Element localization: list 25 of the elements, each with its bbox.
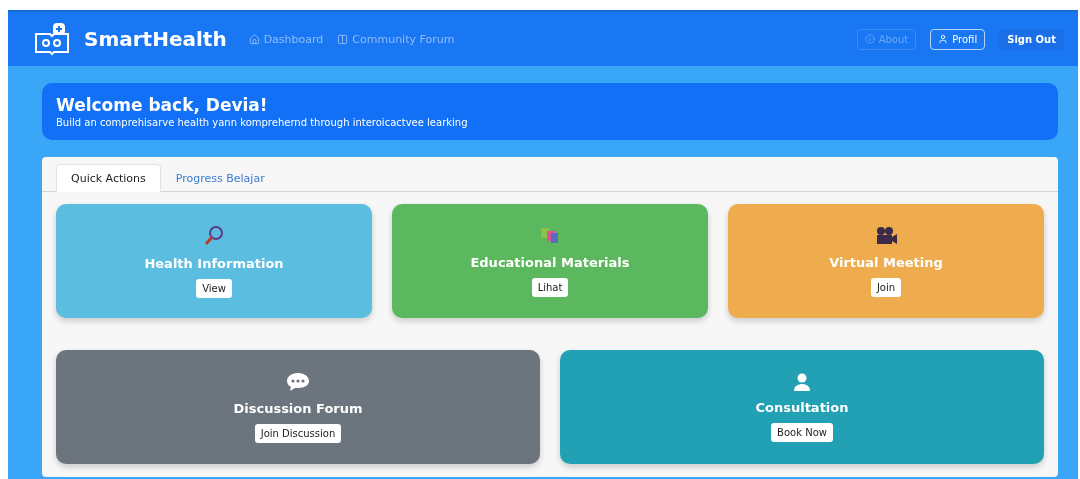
- card-title: Health Information: [144, 256, 284, 271]
- user-icon: [938, 34, 949, 44]
- nav-button[interactable]: Profil: [930, 28, 986, 50]
- card-title: Discussion Forum: [233, 401, 363, 416]
- card-button[interactable]: Book Now: [771, 423, 833, 442]
- board-icon: [337, 33, 349, 45]
- speech-bubble-icon: [285, 371, 311, 393]
- card-title: Educational Materials: [470, 255, 630, 270]
- card-button[interactable]: Join Discussion: [254, 424, 342, 443]
- magnifier-icon: [202, 224, 226, 248]
- info-icon: [864, 34, 875, 44]
- person-icon: [792, 372, 812, 392]
- brand-name: SmartHealth: [84, 27, 227, 51]
- card-button[interactable]: View: [196, 279, 232, 298]
- home-icon: [248, 33, 260, 45]
- card-title: Virtual Meeting: [829, 255, 943, 270]
- welcome-title: Welcome back, Devia!: [56, 95, 269, 115]
- welcome-subtitle: Build an comprehisarve health yann komprehernd through interoicactvee learking: [56, 117, 469, 128]
- tab[interactable]: Quick Actions: [56, 164, 161, 192]
- card-button[interactable]: Join: [870, 278, 902, 297]
- tab[interactable]: Progress Belajar: [160, 164, 280, 192]
- card-title: Consultation: [755, 400, 849, 415]
- book-logo-icon: [34, 22, 70, 56]
- card-button[interactable]: Lihat: [531, 278, 569, 297]
- nav-button[interactable]: Sign Out: [999, 28, 1064, 50]
